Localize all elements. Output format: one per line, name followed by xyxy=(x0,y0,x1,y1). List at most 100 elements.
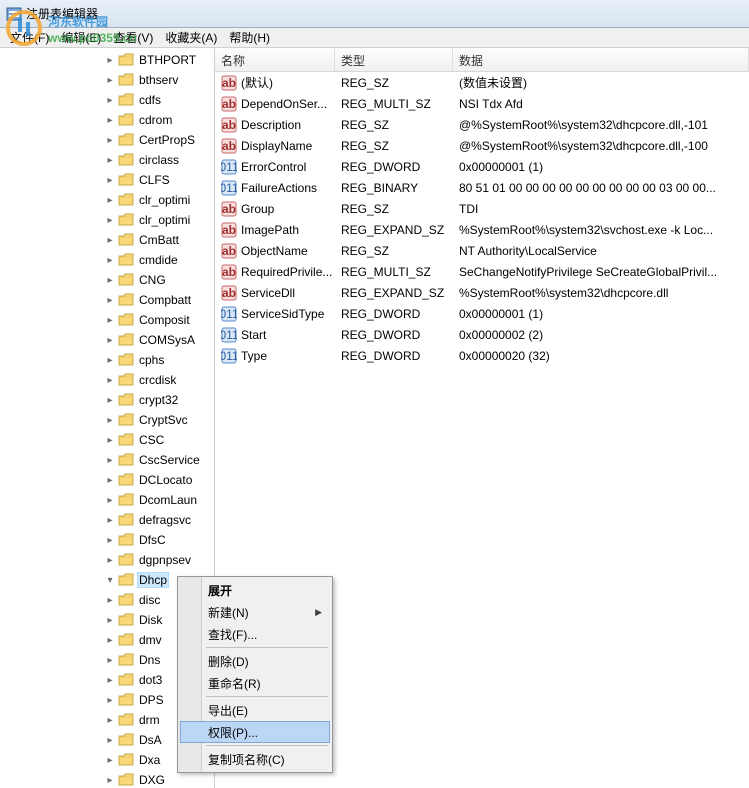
ctx-expand[interactable]: 展开 xyxy=(180,579,330,601)
tree-expander-icon[interactable]: ▸ xyxy=(104,674,116,686)
ctx-copyname[interactable]: 复制项名称(C) xyxy=(180,748,330,770)
tree-item-label: BTHPORT xyxy=(137,52,198,68)
tree-item[interactable]: ▸cdrom xyxy=(0,110,214,130)
tree-expander-icon[interactable]: ▸ xyxy=(104,254,116,266)
menu-file[interactable]: 文件(F) xyxy=(4,27,55,48)
value-row[interactable]: 011ErrorControlREG_DWORD0x00000001 (1) xyxy=(215,156,749,177)
value-row[interactable]: ab(默认)REG_SZ(数值未设置) xyxy=(215,72,749,93)
value-row[interactable]: abRequiredPrivile...REG_MULTI_SZSeChange… xyxy=(215,261,749,282)
tree-expander-icon[interactable]: ▸ xyxy=(104,494,116,506)
col-header-type[interactable]: 类型 xyxy=(335,48,453,71)
tree-context-menu: 展开 新建(N)▶ 查找(F)... 删除(D) 重命名(R) 导出(E) 权限… xyxy=(177,576,333,773)
tree-item[interactable]: ▸clr_optimi xyxy=(0,210,214,230)
tree-expander-icon[interactable]: ▸ xyxy=(104,554,116,566)
tree-item[interactable]: ▸ DfsC xyxy=(0,530,214,550)
menu-help[interactable]: 帮助(H) xyxy=(223,27,276,48)
tree-expander-icon[interactable]: ▸ xyxy=(104,54,116,66)
tree-expander-icon[interactable]: ▸ xyxy=(104,214,116,226)
menu-view[interactable]: 查看(V) xyxy=(107,27,159,48)
tree-item[interactable]: ▸CSC xyxy=(0,430,214,450)
menu-edit[interactable]: 编辑(E) xyxy=(55,27,107,48)
tree-expander-icon[interactable]: ▸ xyxy=(104,694,116,706)
tree-expander-icon[interactable]: ▸ xyxy=(104,614,116,626)
tree-item[interactable]: ▸dgpnpsev xyxy=(0,550,214,570)
tree-item[interactable]: ▸Compbatt xyxy=(0,290,214,310)
tree-item-label: CscService xyxy=(137,452,202,468)
ctx-export[interactable]: 导出(E) xyxy=(180,699,330,721)
tree-item[interactable]: ▸CNG xyxy=(0,270,214,290)
tree-item[interactable]: ▸CmBatt xyxy=(0,230,214,250)
value-row[interactable]: 011TypeREG_DWORD0x00000020 (32) xyxy=(215,345,749,366)
tree-item[interactable]: ▸ CscService xyxy=(0,450,214,470)
tree-expander-icon[interactable]: ▸ xyxy=(104,174,116,186)
tree-expander-icon[interactable]: ▸ xyxy=(104,234,116,246)
value-row[interactable]: abObjectNameREG_SZNT Authority\LocalServ… xyxy=(215,240,749,261)
tree-item[interactable]: ▸DCLocato xyxy=(0,470,214,490)
tree-item[interactable]: ▸circlass xyxy=(0,150,214,170)
value-row[interactable]: abServiceDllREG_EXPAND_SZ%SystemRoot%\sy… xyxy=(215,282,749,303)
tree-expander-icon[interactable]: ▸ xyxy=(104,514,116,526)
tree-expander-icon[interactable]: ▸ xyxy=(104,274,116,286)
value-row[interactable]: abGroupREG_SZTDI xyxy=(215,198,749,219)
tree-item[interactable]: ▸CLFS xyxy=(0,170,214,190)
tree-item[interactable]: ▸crcdisk xyxy=(0,370,214,390)
value-row[interactable]: abDescriptionREG_SZ@%SystemRoot%\system3… xyxy=(215,114,749,135)
tree-expander-icon[interactable]: ▸ xyxy=(104,374,116,386)
tree-expander-icon[interactable]: ▸ xyxy=(104,414,116,426)
tree-item-label: cmdide xyxy=(137,252,180,268)
tree-item-label: dmv xyxy=(137,632,164,648)
tree-expander-icon[interactable]: ▸ xyxy=(104,754,116,766)
ctx-rename[interactable]: 重命名(R) xyxy=(180,672,330,694)
tree-expander-icon[interactable]: ▸ xyxy=(104,94,116,106)
tree-expander-icon[interactable]: ▸ xyxy=(104,114,116,126)
col-header-name[interactable]: 名称 xyxy=(215,48,335,71)
values-list[interactable]: ab(默认)REG_SZ(数值未设置)abDependOnSer...REG_M… xyxy=(215,72,749,366)
tree-expander-icon[interactable]: ▾ xyxy=(104,574,116,586)
tree-item[interactable]: ▸clr_optimi xyxy=(0,190,214,210)
tree-expander-icon[interactable]: ▸ xyxy=(104,714,116,726)
ctx-find[interactable]: 查找(F)... xyxy=(180,623,330,645)
tree-item[interactable]: ▸bthserv xyxy=(0,70,214,90)
tree-expander-icon[interactable]: ▸ xyxy=(104,394,116,406)
ctx-permissions[interactable]: 权限(P)... xyxy=(180,721,330,743)
value-row[interactable]: 011ServiceSidTypeREG_DWORD0x00000001 (1) xyxy=(215,303,749,324)
tree-item[interactable]: ▸CertPropS xyxy=(0,130,214,150)
tree-expander-icon[interactable]: ▸ xyxy=(104,594,116,606)
tree-expander-icon[interactable]: ▸ xyxy=(104,534,116,546)
tree-expander-icon[interactable]: ▸ xyxy=(104,654,116,666)
tree-expander-icon[interactable]: ▸ xyxy=(104,154,116,166)
value-row[interactable]: 011FailureActionsREG_BINARY80 51 01 00 0… xyxy=(215,177,749,198)
tree-item[interactable]: ▸Composit xyxy=(0,310,214,330)
tree-item[interactable]: ▸ cmdide xyxy=(0,250,214,270)
tree-expander-icon[interactable]: ▸ xyxy=(104,454,116,466)
tree-item[interactable]: ▸crypt32 xyxy=(0,390,214,410)
tree-item[interactable]: ▸ BTHPORT xyxy=(0,50,214,70)
tree-item[interactable]: ▸CryptSvc xyxy=(0,410,214,430)
tree-item[interactable]: ▸DcomLaun xyxy=(0,490,214,510)
ctx-new[interactable]: 新建(N)▶ xyxy=(180,601,330,623)
ctx-delete[interactable]: 删除(D) xyxy=(180,650,330,672)
value-row[interactable]: abImagePathREG_EXPAND_SZ%SystemRoot%\sys… xyxy=(215,219,749,240)
tree-expander-icon[interactable]: ▸ xyxy=(104,434,116,446)
tree-item[interactable]: ▸cphs xyxy=(0,350,214,370)
menu-favorites[interactable]: 收藏夹(A) xyxy=(159,27,223,48)
tree-expander-icon[interactable]: ▸ xyxy=(104,334,116,346)
tree-item[interactable]: ▸cdfs xyxy=(0,90,214,110)
tree-expander-icon[interactable]: ▸ xyxy=(104,774,116,786)
tree-expander-icon[interactable]: ▸ xyxy=(104,354,116,366)
tree-item[interactable]: ▸defragsvc xyxy=(0,510,214,530)
tree-expander-icon[interactable]: ▸ xyxy=(104,74,116,86)
tree-expander-icon[interactable]: ▸ xyxy=(104,314,116,326)
col-header-data[interactable]: 数据 xyxy=(453,48,749,71)
tree-expander-icon[interactable]: ▸ xyxy=(104,294,116,306)
value-row[interactable]: abDisplayNameREG_SZ@%SystemRoot%\system3… xyxy=(215,135,749,156)
tree-expander-icon[interactable]: ▸ xyxy=(104,194,116,206)
tree-expander-icon[interactable]: ▸ xyxy=(104,134,116,146)
tree-item-label: DfsC xyxy=(137,532,168,548)
tree-item[interactable]: ▸COMSysA xyxy=(0,330,214,350)
value-row[interactable]: 011StartREG_DWORD0x00000002 (2) xyxy=(215,324,749,345)
tree-expander-icon[interactable]: ▸ xyxy=(104,634,116,646)
tree-expander-icon[interactable]: ▸ xyxy=(104,474,116,486)
tree-expander-icon[interactable]: ▸ xyxy=(104,734,116,746)
value-row[interactable]: abDependOnSer...REG_MULTI_SZNSI Tdx Afd xyxy=(215,93,749,114)
